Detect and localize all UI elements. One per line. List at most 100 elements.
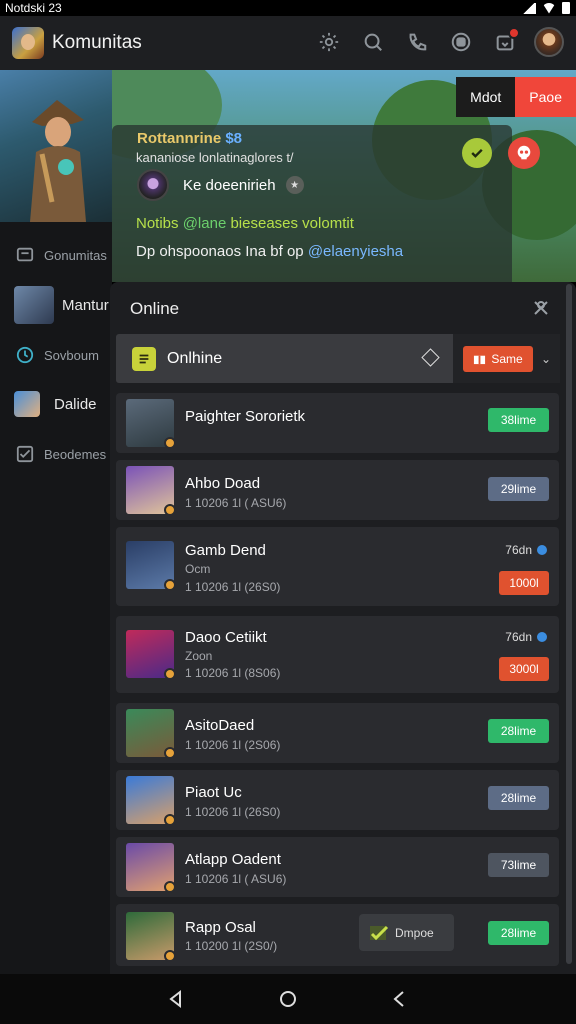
hero-actions: Mdot Paoe — [456, 77, 576, 117]
list-item[interactable]: Piaot Uc 1 10206 1l (26S0) 28lime — [116, 770, 559, 830]
sidebar — [0, 222, 112, 974]
post-title-text: Rottannrine — [137, 130, 222, 147]
player-avatar — [126, 843, 176, 893]
list-icon — [132, 346, 156, 371]
sidebar-item-label: Gonumitas — [44, 247, 107, 263]
mention-suffix: bieseases volomtit — [230, 215, 354, 232]
character-illustration — [30, 100, 86, 222]
status-badge[interactable]: 29lime — [488, 477, 549, 501]
status-dot — [164, 504, 176, 516]
post-subtitle: kananiose lonlatinaglores t/ — [136, 150, 294, 165]
mention-handle[interactable]: @lane — [183, 215, 227, 232]
filter-bar[interactable]: Onlhine Same ⌄ — [116, 334, 560, 383]
last-seen: 76dn — [505, 630, 547, 644]
sidebar-item-mantur[interactable]: Mantur — [0, 285, 112, 325]
post-author[interactable]: Ke doeenirieh ★ — [137, 169, 304, 201]
player-meta: 1 10206 1l ( ASU6) — [185, 872, 287, 886]
panel-title: Online — [130, 299, 180, 318]
done-button[interactable]: Dmpoe — [359, 914, 454, 951]
list-item[interactable]: Paighter Sororietk 38lime — [116, 393, 559, 453]
sidebar-item-label: Beodemes — [44, 446, 107, 462]
player-meta: 1 10200 1l (2S0/) — [185, 939, 278, 953]
pause-button[interactable]: Paoe — [515, 77, 576, 117]
sidebar-item-beodemes[interactable]: Beodemes — [0, 440, 112, 468]
checkbox-icon — [14, 443, 36, 465]
search-icon[interactable] — [358, 27, 388, 57]
record-icon[interactable] — [446, 27, 476, 57]
list-item[interactable]: Ahbo Doad 1 10206 1l ( ASU6) 29lime — [116, 460, 559, 520]
list-item[interactable]: Daoo Cetiikt Zoon 1 10206 1l (8S06) 76dn… — [116, 616, 559, 693]
player-avatar — [126, 630, 176, 680]
avatar — [14, 286, 54, 324]
sidebar-item-sovboum[interactable]: Sovboum — [0, 341, 112, 369]
list-item[interactable]: Rapp Osal 1 10200 1l (2S0/) Dmpoe 28lime — [116, 904, 559, 966]
status-time: Notdski 23 — [5, 1, 62, 15]
signal-icon — [522, 2, 536, 14]
status-badge[interactable]: 28lime — [488, 786, 549, 810]
player-name: Rapp Osal — [185, 919, 256, 936]
info-dot-icon — [537, 632, 547, 642]
clock-icon — [14, 344, 36, 366]
mute-button[interactable]: Mdot — [456, 77, 516, 117]
list-item[interactable]: Gamb Dend Ocm 1 10206 1l (26S0) 76dn 100… — [116, 527, 559, 606]
back-icon[interactable] — [166, 989, 186, 1009]
done-button-label: Dmpoe — [395, 925, 434, 940]
status-badge[interactable]: 3000l — [499, 657, 549, 681]
diamond-icon[interactable] — [421, 348, 440, 367]
filter-options: Same ⌄ — [453, 334, 560, 383]
approve-check-icon[interactable] — [462, 138, 492, 168]
verified-icon: ★ — [285, 176, 304, 194]
app-logo — [12, 27, 44, 59]
list-item[interactable]: AsitoDaed 1 10206 1l (2S06) 28lime — [116, 703, 559, 763]
status-badge[interactable]: 1000l — [499, 571, 549, 595]
post-title: Rottannrine $8 — [137, 130, 242, 147]
same-button-label: Same — [491, 351, 523, 366]
scrollbar[interactable] — [566, 284, 572, 964]
system-icons — [522, 2, 570, 14]
app-title: Komunitas — [52, 32, 142, 53]
chat-icon — [14, 244, 36, 266]
status-dot — [164, 437, 176, 449]
status-dot — [164, 950, 176, 962]
mention-prefix: Notibs — [136, 215, 179, 232]
author-avatar — [137, 169, 169, 201]
status-badge[interactable]: 38lime — [488, 408, 549, 432]
recents-icon[interactable] — [390, 989, 410, 1009]
status-badge[interactable]: 28lime — [488, 921, 549, 945]
profile-avatar[interactable] — [534, 27, 564, 57]
sidebar-item-gonumitas[interactable]: Gonumitas — [0, 241, 112, 269]
settings-icon[interactable] — [314, 27, 344, 57]
status-bar: Notdski 23 — [0, 0, 576, 16]
player-meta: 1 10206 1l ( ASU6) — [185, 496, 287, 510]
check-icon — [370, 925, 389, 940]
player-name: Gamb Dend — [185, 542, 266, 559]
inbox-icon[interactable] — [490, 27, 520, 57]
player-role: Ocm — [185, 562, 211, 576]
list-item[interactable]: Atlapp Oadent 1 10206 1l ( ASU6) 73lime — [116, 837, 559, 897]
player-avatar — [126, 466, 176, 516]
phone-icon[interactable] — [402, 27, 432, 57]
notification-badge — [508, 27, 520, 39]
sidebar-item-label: Sovboum — [44, 347, 99, 363]
player-meta: 1 10206 1l (26S0) — [185, 580, 281, 594]
filter-label: Onlhine — [167, 349, 223, 367]
app-bar-actions — [314, 27, 564, 57]
player-avatar — [126, 912, 176, 962]
chevron-down-icon[interactable]: ⌄ — [541, 352, 551, 366]
player-name: Ahbo Doad — [185, 475, 261, 492]
same-button[interactable]: Same — [463, 345, 533, 372]
body-link[interactable]: @elaenyiesha — [308, 243, 403, 260]
skull-icon[interactable] — [508, 137, 540, 169]
gift-icon — [474, 355, 486, 365]
status-dot — [164, 881, 176, 893]
author-name: Ke doeenirieh — [183, 176, 276, 194]
status-badge[interactable]: 73lime — [488, 853, 549, 877]
system-nav-bar — [0, 974, 576, 1024]
sidebar-item-dalide[interactable]: Dalide — [0, 388, 112, 420]
home-icon[interactable] — [278, 989, 298, 1009]
status-dot — [164, 814, 176, 826]
close-icon[interactable] — [530, 297, 552, 319]
featured-post-card[interactable]: Rottannrine $8 kananiose lonlatinaglores… — [112, 125, 540, 282]
status-badge[interactable]: 28lime — [488, 719, 549, 743]
online-panel: Online Onlhine Same ⌄ Paighter Sororietk… — [110, 282, 576, 974]
